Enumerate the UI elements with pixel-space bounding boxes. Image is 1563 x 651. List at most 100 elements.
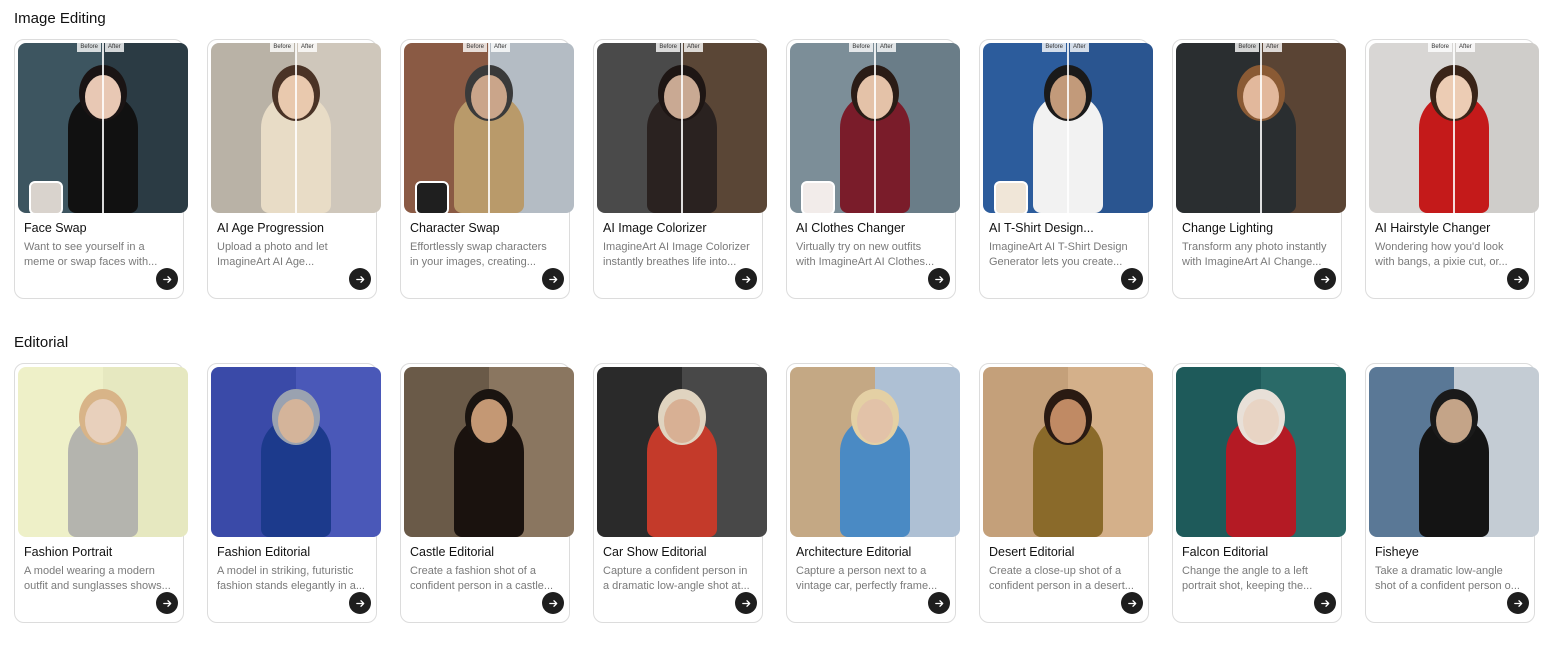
card-description-line: A model in striking, futuristic — [217, 565, 354, 577]
tool-card[interactable]: Car Show Editorial Capture a confident pe… — [593, 363, 767, 623]
tool-card[interactable]: Before After Face Swap Want to see yourself… — [14, 39, 188, 299]
open-tool-button[interactable] — [928, 592, 950, 614]
card-thumbnail — [790, 367, 960, 537]
open-tool-button[interactable] — [156, 592, 178, 614]
figure-face — [857, 399, 893, 443]
card-description-line: with bangs, a pixie cut, or... — [1375, 256, 1508, 268]
arrow-right-icon — [1320, 275, 1329, 283]
source-image-thumbnail — [415, 181, 449, 213]
before-label: Before — [1235, 43, 1259, 52]
after-label: After — [105, 43, 124, 52]
tool-card[interactable]: Before After AI Clothes Changer Virtually t… — [786, 39, 960, 299]
open-tool-button[interactable] — [735, 592, 757, 614]
card-description: Effortlessly swap characters in your imag… — [410, 240, 565, 270]
tool-card[interactable]: Fisheye Take a dramatic low-angle shot of … — [1365, 363, 1539, 623]
before-after-divider[interactable] — [1260, 43, 1262, 213]
arrow-right-icon — [741, 275, 750, 283]
before-after-divider[interactable] — [295, 43, 297, 213]
card-description: Create a close-up shot of a confident per… — [989, 564, 1144, 594]
arrow-right-icon — [162, 275, 171, 283]
card-description-line: portrait shot, keeping the... — [1182, 580, 1313, 592]
card-title: Fashion Editorial — [217, 545, 311, 559]
page: Image Editing Before After Face Swap Want t… — [0, 0, 1563, 651]
card-description-line: Effortlessly swap characters — [410, 241, 547, 253]
card-title: Car Show Editorial — [603, 545, 707, 559]
card-description-line: Capture a person next to a — [796, 565, 927, 577]
open-tool-button[interactable] — [735, 268, 757, 290]
tool-card[interactable]: Architecture Editorial Capture a person n… — [786, 363, 960, 623]
open-tool-button[interactable] — [1121, 268, 1143, 290]
after-label: After — [684, 43, 703, 52]
figure-face — [1243, 399, 1279, 443]
open-tool-button[interactable] — [349, 268, 371, 290]
open-tool-button[interactable] — [1507, 592, 1529, 614]
tool-card[interactable]: Castle Editorial Create a fashion shot of… — [400, 363, 574, 623]
open-tool-button[interactable] — [1314, 268, 1336, 290]
card-description-line: ImagineArt AI Image Colorizer — [603, 241, 750, 253]
arrow-right-icon — [934, 275, 943, 283]
before-after-divider[interactable] — [1067, 43, 1069, 213]
card-description-line: Capture a confident person in — [603, 565, 748, 577]
open-tool-button[interactable] — [349, 592, 371, 614]
card-description-line: Create a fashion shot of a — [410, 565, 536, 577]
card-description-line: instantly breathes life into... — [603, 256, 737, 268]
tool-card[interactable]: Fashion Editorial A model in striking, fu… — [207, 363, 381, 623]
after-label: After — [877, 43, 896, 52]
card-description-line: Wondering how you'd look — [1375, 241, 1504, 253]
tool-card[interactable]: Before After AI Age Progression Upload a ph… — [207, 39, 381, 299]
tool-card[interactable]: Before After Character Swap Effortlessly sw… — [400, 39, 574, 299]
card-description-line: A model wearing a modern — [24, 565, 155, 577]
tool-card[interactable]: Before After AI Hairstyle Changer Wondering… — [1365, 39, 1539, 299]
open-tool-button[interactable] — [1507, 268, 1529, 290]
card-title: Architecture Editorial — [796, 545, 912, 559]
figure-face — [85, 399, 121, 443]
card-thumbnail: Before After — [1176, 43, 1346, 213]
card-description: Virtually try on new outfits with Imagine… — [796, 240, 951, 270]
source-image-thumbnail — [801, 181, 835, 213]
open-tool-button[interactable] — [542, 592, 564, 614]
figure-face — [1436, 399, 1472, 443]
open-tool-button[interactable] — [156, 268, 178, 290]
card-thumbnail — [211, 367, 381, 537]
figure-face — [471, 399, 507, 443]
tool-card[interactable]: Fashion Portrait A model wearing a modern… — [14, 363, 188, 623]
before-after-divider[interactable] — [1453, 43, 1455, 213]
card-description: Upload a photo and let ImagineArt AI Age.… — [217, 240, 372, 270]
open-tool-button[interactable] — [542, 268, 564, 290]
card-description: A model in striking, futuristic fashion s… — [217, 564, 372, 594]
open-tool-button[interactable] — [1314, 592, 1336, 614]
arrow-right-icon — [548, 275, 557, 283]
card-thumbnail: Before After — [18, 43, 188, 213]
card-description: Capture a person next to a vintage car, p… — [796, 564, 951, 594]
card-title: AI Age Progression — [217, 221, 325, 235]
card-title: AI Image Colorizer — [603, 221, 707, 235]
card-description-line: vintage car, perfectly frame... — [796, 580, 938, 592]
before-label: Before — [1042, 43, 1066, 52]
card-thumbnail: Before After — [404, 43, 574, 213]
open-tool-button[interactable] — [1121, 592, 1143, 614]
card-thumbnail — [18, 367, 188, 537]
tool-card[interactable]: Desert Editorial Create a close-up shot o… — [979, 363, 1153, 623]
card-description-line: shot of a confident person o... — [1375, 580, 1520, 592]
card-description: Create a fashion shot of a confident pers… — [410, 564, 565, 594]
card-title: Fashion Portrait — [24, 545, 113, 559]
before-after-divider[interactable] — [488, 43, 490, 213]
card-description-line: Create a close-up shot of a — [989, 565, 1122, 577]
card-description: ImagineArt AI Image Colorizer instantly b… — [603, 240, 758, 270]
card-description-line: Upload a photo and let — [217, 241, 328, 253]
tool-card[interactable]: Before After AI T-Shirt Design... ImagineAr… — [979, 39, 1153, 299]
section-title: Image Editing — [14, 10, 106, 27]
before-after-divider[interactable] — [681, 43, 683, 213]
arrow-right-icon — [934, 599, 943, 607]
open-tool-button[interactable] — [928, 268, 950, 290]
card-title: Face Swap — [24, 221, 87, 235]
card-grid: Before After Face Swap Want to see yourself… — [14, 39, 1539, 299]
tool-card[interactable]: Before After AI Image Colorizer ImagineArt … — [593, 39, 767, 299]
before-after-divider[interactable] — [102, 43, 104, 213]
before-label: Before — [1428, 43, 1452, 52]
after-label: After — [491, 43, 510, 52]
card-description: Capture a confident person in a dramatic … — [603, 564, 758, 594]
before-after-divider[interactable] — [874, 43, 876, 213]
tool-card[interactable]: Falcon Editorial Change the angle to a le… — [1172, 363, 1346, 623]
tool-card[interactable]: Before After Change Lighting Transform any … — [1172, 39, 1346, 299]
